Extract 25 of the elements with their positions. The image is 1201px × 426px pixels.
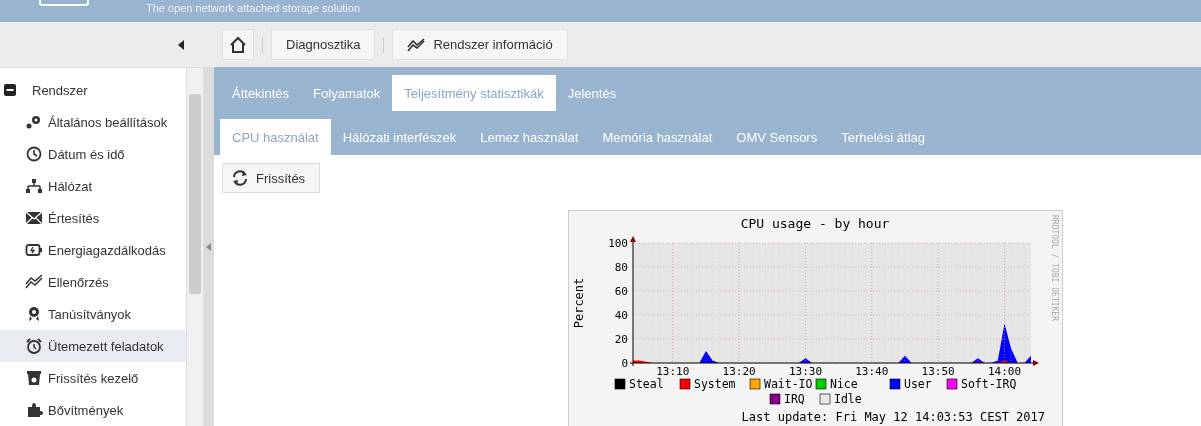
legend-label: IRQ (784, 392, 805, 406)
legend-label: Nice (830, 377, 858, 391)
chart-title: CPU usage - by hour (740, 216, 890, 231)
x-tick-label: 13:50 (921, 365, 955, 378)
last-update-text: Last update: Fri May 12 14:03:53 CEST 2017 (741, 410, 1045, 424)
y-axis-label: Percent (572, 277, 586, 329)
legend-label: Idle (834, 392, 862, 406)
watermark-label: RRDTOOL / TOBI OETIKER (1050, 215, 1059, 321)
legend-label: System (694, 377, 736, 391)
legend-label: User (904, 377, 932, 391)
y-tick-label: 80 (614, 261, 628, 274)
x-tick-label: 13:10 (656, 365, 690, 378)
tagline: The open network attached storage solution (146, 2, 361, 15)
x-tick-label: 13:30 (788, 365, 823, 378)
y-tick-label: 60 (614, 285, 628, 298)
legend-label: Soft-IRQ (961, 377, 1017, 391)
x-tick-label: 13:40 (855, 365, 889, 378)
y-tick-label: 20 (614, 333, 628, 346)
y-tick-label: 40 (614, 309, 628, 322)
y-tick-label: 0 (621, 357, 628, 370)
y-tick-label: 100 (608, 237, 628, 250)
x-tick-label: 14:00 (987, 365, 1022, 378)
legend-label: Steal (629, 377, 664, 391)
legend-label: Wait-IO (764, 377, 813, 391)
x-tick-label: 13:20 (722, 365, 756, 378)
